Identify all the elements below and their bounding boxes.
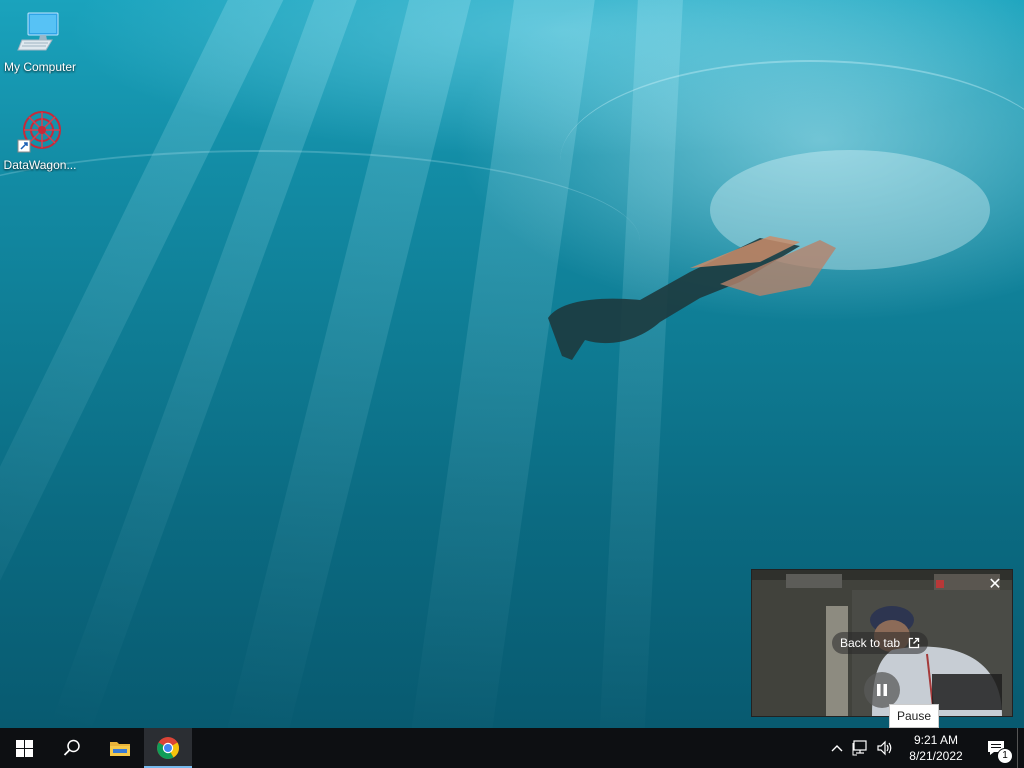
folder-icon: [110, 742, 130, 756]
picture-in-picture-window[interactable]: ✕ Back to tab: [751, 569, 1013, 717]
desktop-icon-my-computer[interactable]: My Computer: [0, 10, 80, 74]
pip-close-button[interactable]: ✕: [986, 576, 1004, 594]
network-button[interactable]: [849, 728, 873, 768]
search-button[interactable]: [48, 728, 96, 768]
clock[interactable]: 9:21 AM 8/21/2022: [897, 732, 975, 764]
search-icon: [63, 739, 80, 756]
chrome-icon: [157, 737, 179, 759]
show-hidden-icons-button[interactable]: [825, 728, 849, 768]
back-to-tab-label: Back to tab: [840, 636, 901, 650]
datawagon-app-icon: [16, 108, 64, 156]
pause-tooltip: Pause: [889, 704, 940, 728]
open-in-tab-icon: [908, 637, 920, 649]
chevron-up-icon: [831, 745, 843, 752]
pause-icon: [877, 684, 887, 696]
desktop-icon-datawagon[interactable]: DataWagon...: [0, 108, 80, 172]
clock-time: 9:21 AM: [913, 733, 959, 747]
windows-start-icon: [15, 739, 33, 757]
show-desktop-button[interactable]: [1017, 728, 1024, 768]
file-explorer-button[interactable]: [96, 728, 144, 768]
desktop-icon-label: My Computer: [3, 60, 77, 74]
action-center-button[interactable]: 1: [975, 728, 1017, 768]
computer-icon: [16, 10, 64, 58]
volume-button[interactable]: [873, 728, 897, 768]
network-icon: [852, 740, 867, 756]
clock-date: 8/21/2022: [909, 749, 963, 763]
taskbar: 9:21 AM 8/21/2022 1: [0, 728, 1024, 768]
notification-count-badge: 1: [997, 748, 1013, 764]
close-icon: ✕: [988, 576, 1002, 593]
pip-pause-button[interactable]: [864, 672, 900, 708]
start-button[interactable]: [0, 728, 48, 768]
back-to-tab-button[interactable]: Back to tab: [832, 632, 929, 654]
volume-icon: [877, 740, 892, 756]
desktop-icon-label: DataWagon...: [3, 158, 77, 172]
chrome-taskbar-button[interactable]: [144, 728, 192, 768]
system-tray: 9:21 AM 8/21/2022 1: [825, 728, 1024, 768]
